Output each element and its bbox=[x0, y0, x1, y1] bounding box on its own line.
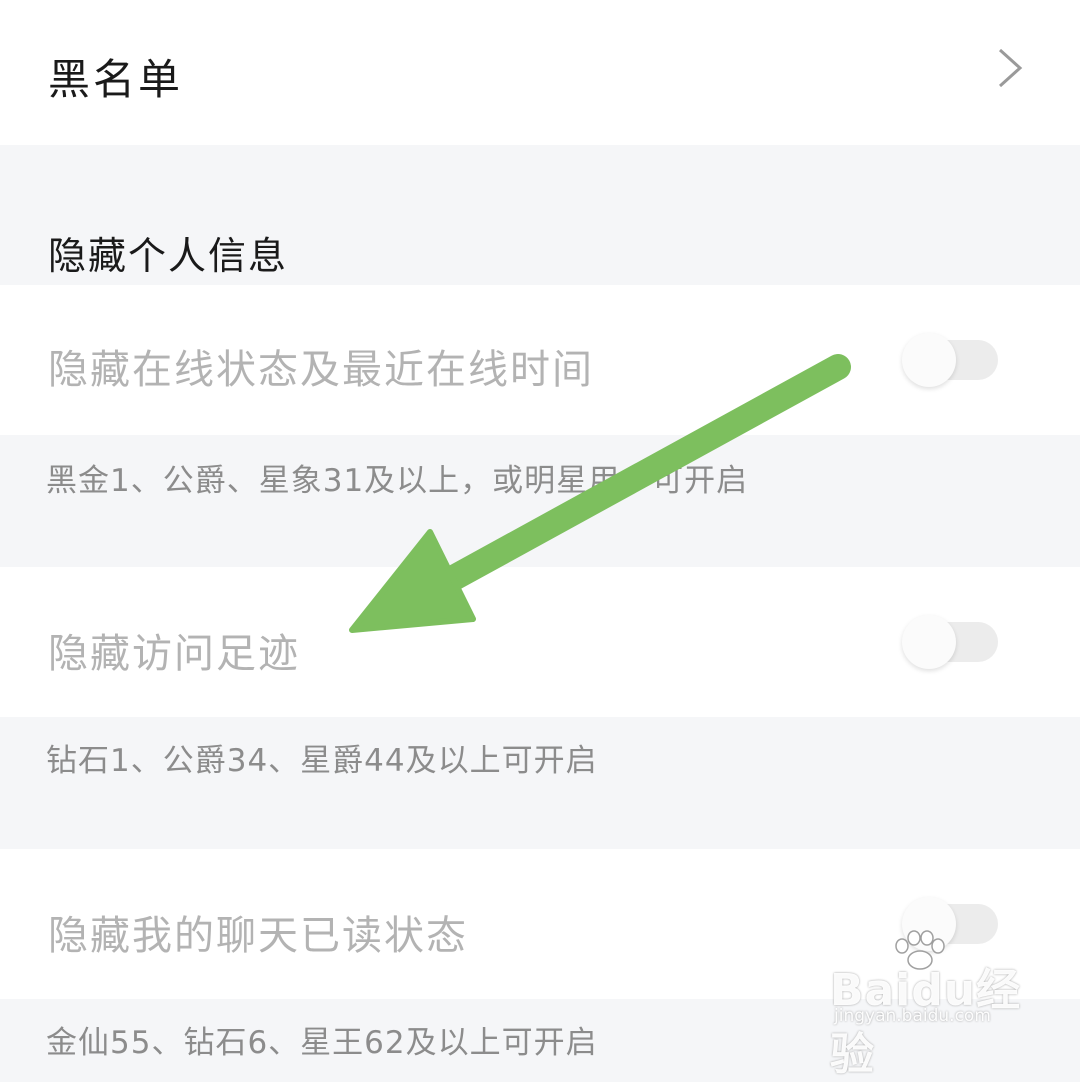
toggle-knob bbox=[902, 615, 956, 669]
toggle-knob bbox=[902, 333, 956, 387]
setting-hint: 黑金1、公爵、星象31及以上，或明星用户可开启 bbox=[46, 463, 749, 499]
setting-label: 隐藏访问足迹 bbox=[48, 631, 300, 677]
blacklist-label: 黑名单 bbox=[48, 55, 184, 104]
setting-label: 隐藏在线状态及最近在线时间 bbox=[48, 347, 594, 393]
setting-hint: 钻石1、公爵34、星爵44及以上可开启 bbox=[46, 743, 598, 779]
setting-hint: 金仙55、钻石6、星王62及以上可开启 bbox=[46, 1025, 598, 1061]
watermark-url: jingyan.baidu.com bbox=[834, 1006, 991, 1026]
setting-hint-row: 钻石1、公爵34、星爵44及以上可开启 bbox=[0, 717, 1080, 849]
blacklist-row[interactable]: 黑名单 bbox=[0, 0, 1080, 145]
section-header: 隐藏个人信息 bbox=[0, 145, 1080, 285]
setting-label: 隐藏我的聊天已读状态 bbox=[48, 913, 468, 959]
setting-row-hide-online-status[interactable]: 隐藏在线状态及最近在线时间 bbox=[0, 285, 1080, 435]
setting-row-hide-visit-trace[interactable]: 隐藏访问足迹 bbox=[0, 567, 1080, 717]
hide-visit-trace-toggle[interactable] bbox=[902, 615, 998, 669]
chevron-right-icon bbox=[998, 48, 1023, 88]
hide-online-status-toggle[interactable] bbox=[902, 333, 998, 387]
baidu-watermark: Baidu经验 jingyan.baidu.com bbox=[830, 930, 1030, 1080]
setting-hint-row: 黑金1、公爵、星象31及以上，或明星用户可开启 bbox=[0, 435, 1080, 567]
section-title: 隐藏个人信息 bbox=[48, 234, 289, 278]
